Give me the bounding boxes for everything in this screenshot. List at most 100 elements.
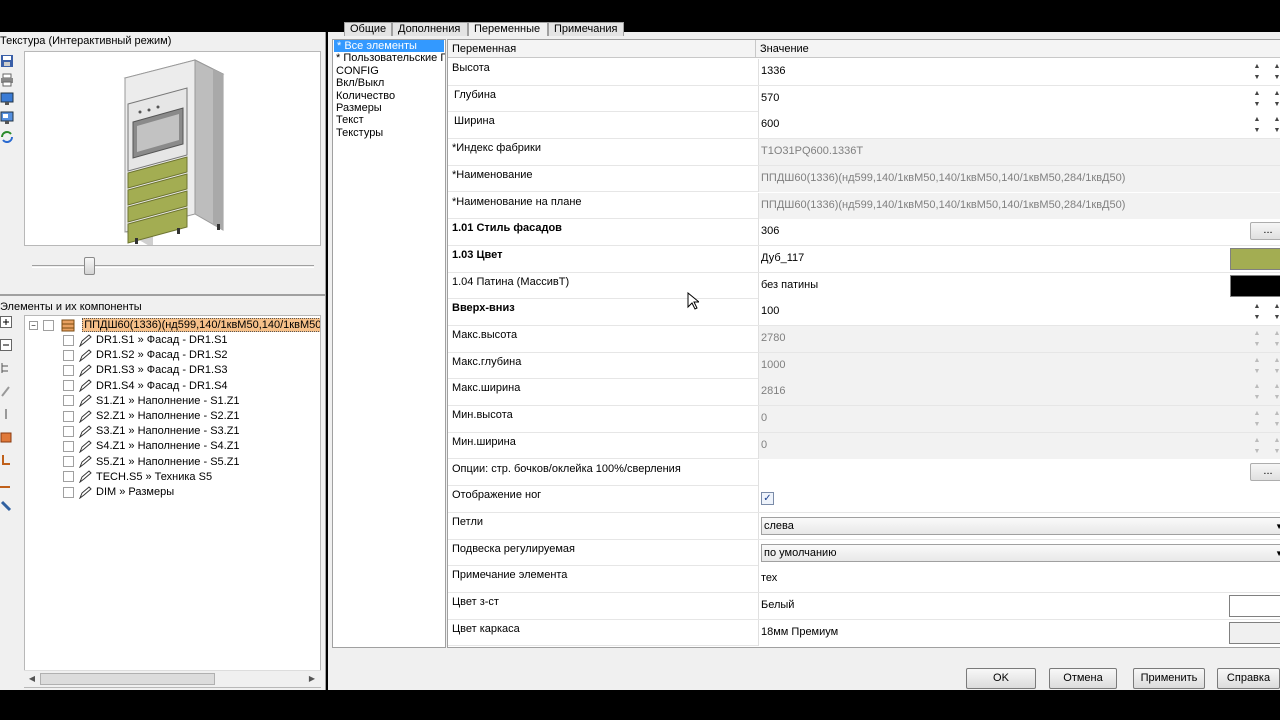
variable-value-cell[interactable]: 1336 ▲ ▼ ▲ ▼: [758, 59, 1280, 85]
color-swatch[interactable]: [1230, 247, 1280, 270]
spinner-icon[interactable]: ▲ ▼: [1250, 408, 1264, 430]
spinner-icon[interactable]: ▲ ▼: [1250, 381, 1264, 403]
grid-row[interactable]: Отображение ног ✓: [448, 486, 1280, 513]
variable-value-cell[interactable]: без патины: [758, 272, 1280, 299]
grid-row[interactable]: Макс.глубина 1000 ▲ ▼ ▲ ▼: [448, 352, 1280, 380]
variable-value-cell[interactable]: 600 ▲ ▼ ▲ ▼: [758, 112, 1280, 139]
color-swatch[interactable]: [1229, 595, 1280, 617]
save-icon[interactable]: [0, 54, 16, 70]
grid-row[interactable]: 1.01 Стиль фасадов 306...: [448, 219, 1280, 246]
tree-checkbox[interactable]: [63, 471, 74, 483]
variable-value-cell[interactable]: 306...: [758, 219, 1280, 246]
display-settings-icon[interactable]: [0, 111, 16, 127]
tree-checkbox[interactable]: [63, 349, 74, 361]
category-item[interactable]: CONFIG: [333, 65, 445, 77]
spinner-icon[interactable]: ▲ ▼: [1270, 88, 1280, 110]
grid-row[interactable]: Ширина 600 ▲ ▼ ▲ ▼: [448, 112, 1280, 140]
spinner-icon[interactable]: ▲ ▼: [1250, 114, 1264, 136]
tree-item[interactable]: S4.Z1 » Наполнение - S4.Z1: [63, 439, 240, 454]
grid-row[interactable]: Мин.ширина 0 ▲ ▼ ▲ ▼: [448, 432, 1280, 460]
grid-row[interactable]: Макс.ширина 2816 ▲ ▼ ▲ ▼: [448, 379, 1280, 407]
color-swatch[interactable]: [1229, 621, 1280, 644]
tree-checkbox[interactable]: [63, 334, 74, 346]
color-swatch[interactable]: [1230, 274, 1280, 297]
variable-value-cell[interactable]: ...: [758, 459, 1280, 486]
grid-row[interactable]: Цвет каркаса 18мм Премиум: [448, 619, 1280, 647]
browse-button[interactable]: ...: [1250, 222, 1280, 241]
apply-button[interactable]: Применить: [1133, 668, 1205, 689]
paint-icon[interactable]: [0, 500, 12, 512]
spinner-icon[interactable]: ▲ ▼: [1270, 301, 1280, 323]
column-header-value[interactable]: Значение: [756, 40, 809, 58]
spinner-icon[interactable]: ▲ ▼: [1270, 435, 1280, 457]
column-header-variable[interactable]: Переменная: [448, 40, 516, 58]
tree-item[interactable]: DR1.S4 » Фасад - DR1.S4: [63, 379, 228, 394]
variable-value-cell[interactable]: 570 ▲ ▼ ▲ ▼: [758, 85, 1280, 112]
pin-icon[interactable]: [0, 408, 12, 420]
category-item[interactable]: Текст: [333, 114, 445, 126]
grid-row[interactable]: Мин.высота 0 ▲ ▼ ▲ ▼: [448, 406, 1280, 433]
category-item[interactable]: Текстуры: [333, 127, 445, 139]
tree-root-label[interactable]: ППДШ60(1336)(нд599,140/1квМ50,140/1квМ50…: [82, 318, 320, 332]
tree-horizontal-scrollbar[interactable]: ◀ ▶: [24, 670, 321, 687]
category-list[interactable]: * Все элементы * Пользовательские П CONF…: [332, 39, 446, 648]
category-item[interactable]: Количество: [333, 90, 445, 102]
category-item[interactable]: Размеры: [333, 102, 445, 114]
legs-display-checkbox[interactable]: ✓: [761, 492, 774, 506]
tree-item[interactable]: TECH.S5 » Техника S5: [63, 470, 212, 485]
spinner-icon[interactable]: ▲ ▼: [1250, 88, 1264, 110]
browse-button[interactable]: ...: [1250, 462, 1280, 481]
scroll-right-icon[interactable]: ▶: [306, 673, 318, 685]
tab-notes[interactable]: Примечания: [548, 22, 624, 36]
tree-checkbox[interactable]: [63, 410, 74, 422]
spinner-icon[interactable]: ▲ ▼: [1250, 61, 1264, 83]
scroll-left-icon[interactable]: ◀: [26, 673, 38, 685]
grid-row[interactable]: *Индекс фабрики T1O31PQ600.1336T: [448, 139, 1280, 166]
rotation-slider-track[interactable]: [32, 265, 314, 268]
tree-collapse-toggle[interactable]: −: [29, 320, 38, 330]
variable-value-cell[interactable]: 100 ▲ ▼ ▲ ▼: [758, 299, 1280, 326]
tab-additions[interactable]: Дополнения: [392, 22, 468, 36]
scroll-thumb[interactable]: [40, 673, 215, 685]
grid-row[interactable]: Петли слева ▼: [448, 512, 1280, 540]
grid-row[interactable]: Опции: стр. бочков/оклейка 100%/сверлени…: [448, 459, 1280, 487]
spinner-icon[interactable]: ▲ ▼: [1250, 328, 1264, 350]
tree-item[interactable]: DIM » Размеры: [63, 485, 174, 500]
category-item[interactable]: Вкл/Выкл: [333, 77, 445, 89]
grid-row[interactable]: Глубина 570 ▲ ▼ ▲ ▼: [448, 85, 1280, 113]
spinner-icon[interactable]: ▲ ▼: [1250, 355, 1264, 377]
tree-checkbox[interactable]: [63, 380, 74, 392]
spinner-icon[interactable]: ▲ ▼: [1270, 328, 1280, 350]
variable-value-cell[interactable]: ✓: [758, 486, 1280, 513]
spinner-icon[interactable]: ▲ ▼: [1270, 408, 1280, 430]
spinner-icon[interactable]: ▲ ▼: [1270, 61, 1280, 83]
spinner-icon[interactable]: ▲ ▼: [1250, 301, 1264, 323]
variable-value-cell[interactable]: слева ▼: [758, 512, 1280, 539]
expand-all-icon[interactable]: [0, 316, 12, 328]
components-tree[interactable]: − ППДШ60(1336)(нд599,140/1квМ50,140/1квМ…: [24, 315, 321, 688]
hierarchy-icon[interactable]: [0, 362, 12, 374]
grid-row[interactable]: Вверх-вниз 100 ▲ ▼ ▲ ▼: [448, 299, 1280, 326]
grid-row[interactable]: *Наименование ППДШ60(1336)(нд599,140/1квМ…: [448, 165, 1280, 193]
tree-item[interactable]: S2.Z1 » Наполнение - S2.Z1: [63, 409, 240, 424]
tree-checkbox[interactable]: [63, 395, 74, 407]
help-button[interactable]: Справка: [1217, 668, 1280, 689]
grid-row[interactable]: *Наименование на плане ППДШ60(1336)(нд599…: [448, 192, 1280, 220]
spinner-icon[interactable]: ▲ ▼: [1270, 114, 1280, 136]
tree-item[interactable]: DR1.S3 » Фасад - DR1.S3: [63, 363, 228, 378]
category-item[interactable]: * Пользовательские П: [333, 52, 445, 64]
tree-checkbox[interactable]: [63, 486, 74, 498]
monitor-icon[interactable]: [0, 92, 16, 108]
tab-general[interactable]: Общие: [344, 22, 392, 36]
tree-checkbox[interactable]: [63, 364, 74, 376]
collapse-all-icon[interactable]: [0, 339, 12, 351]
category-item[interactable]: * Все элементы: [334, 40, 444, 53]
grid-row[interactable]: 1.04 Патина (МассивТ) без патины: [448, 272, 1280, 300]
tool-icon[interactable]: [0, 385, 12, 397]
grid-row[interactable]: Цвет з-ст Белый: [448, 593, 1280, 620]
cabinet-3d-preview[interactable]: [24, 51, 321, 248]
variable-value-cell[interactable]: Белый: [758, 593, 1280, 619]
box-icon[interactable]: [0, 431, 12, 443]
tree-checkbox[interactable]: [63, 456, 74, 468]
print-icon[interactable]: [0, 73, 16, 89]
